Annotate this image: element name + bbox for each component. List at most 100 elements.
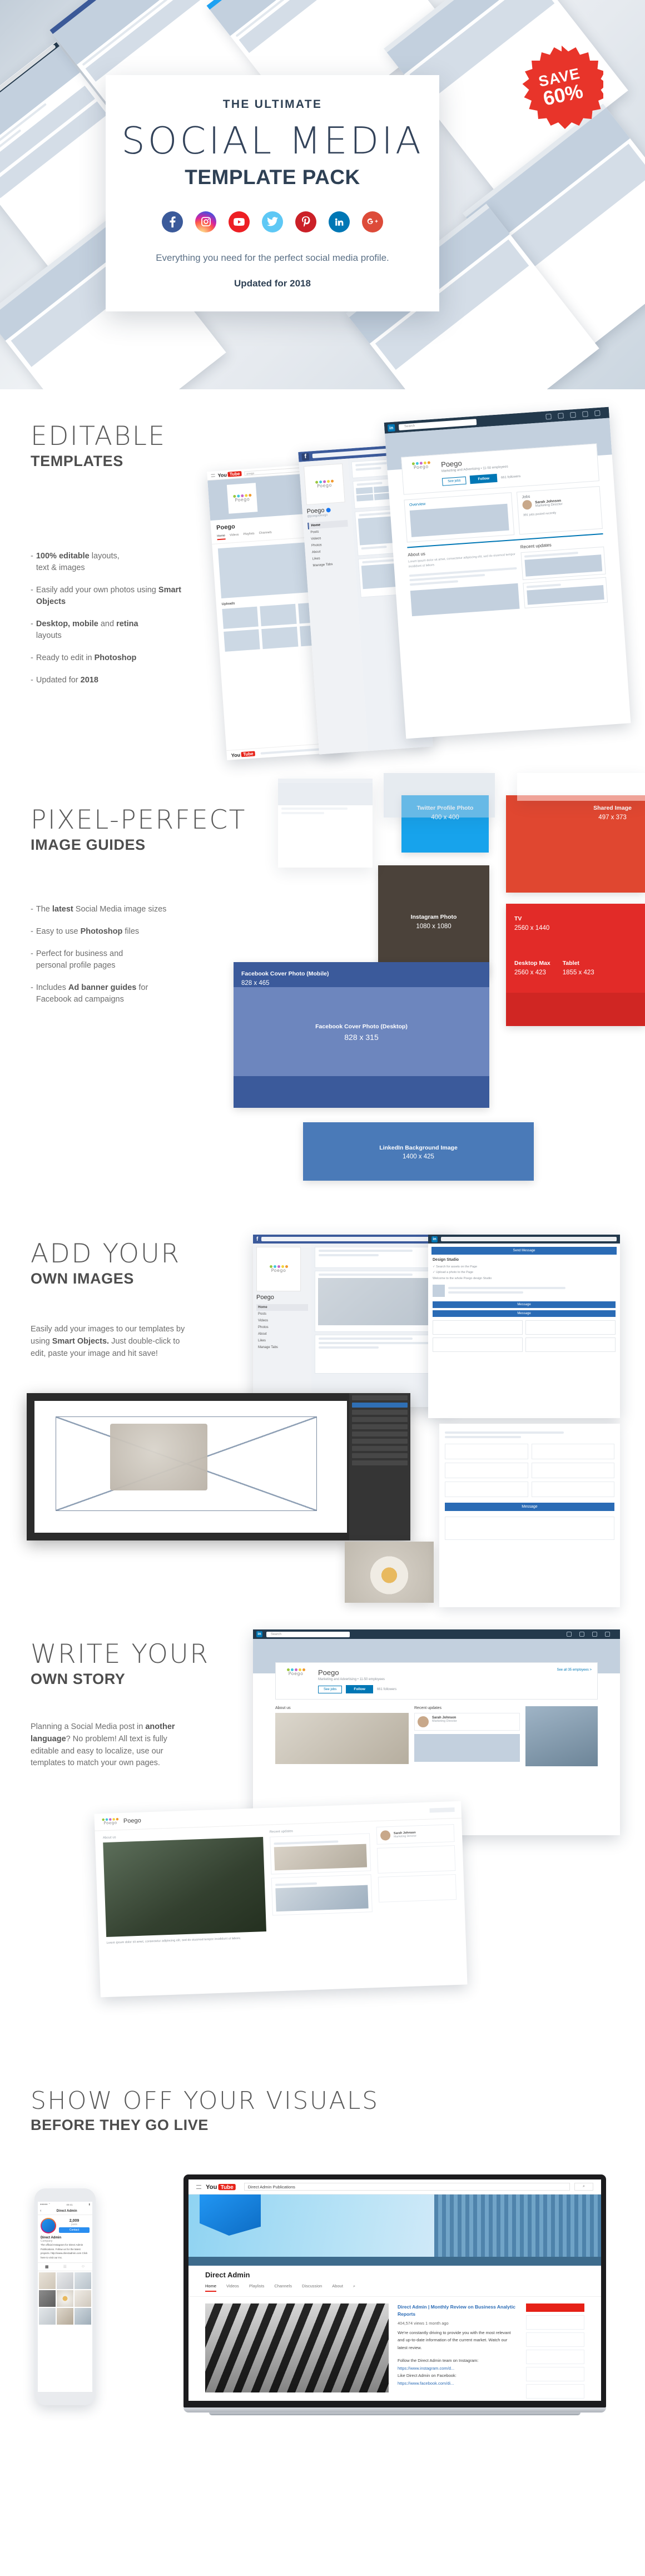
message-button[interactable]: Message [433,1301,616,1309]
grid-photo[interactable] [57,2290,73,2307]
googleplus-icon[interactable] [362,211,383,232]
add-images-heading: ADD YOUR OWN IMAGES [31,1240,181,1287]
see-jobs-button[interactable]: See jobs [441,476,467,486]
tab-home[interactable]: Home [217,534,226,541]
tab-videos[interactable]: Videos [226,2283,239,2292]
grid-photo[interactable] [39,2307,56,2325]
panel-row[interactable] [352,1395,408,1400]
grid-photo[interactable] [75,2272,91,2289]
panel-row[interactable] [352,1460,408,1465]
grid-photo[interactable] [75,2307,91,2325]
subscribe-button[interactable] [526,2303,584,2312]
messaging-icon[interactable] [582,411,588,417]
panel-row[interactable] [352,1453,408,1458]
nav-item-likes[interactable]: Likes [256,1337,308,1344]
related-video[interactable] [526,2367,584,2381]
grid-photo[interactable] [39,2272,56,2289]
message-button[interactable]: Message [445,1503,614,1511]
tab-discussion[interactable]: Discussion [302,2283,322,2292]
network-icon[interactable] [579,1632,584,1637]
laptop-search-input[interactable]: Direct Admin Publications [244,2183,570,2191]
twitter-icon[interactable] [262,211,283,232]
see-all-employees-link[interactable]: See all 35 employees > [557,1668,592,1672]
search-icon[interactable]: ⌕ [353,2283,355,2292]
pinterest-icon[interactable] [295,211,316,232]
editable-bullets: -100% editable layouts, text & images - Ea… [31,551,192,697]
instagram-icon[interactable] [195,211,216,232]
related-video[interactable] [526,2384,584,2399]
follow-button[interactable]: Follow [346,1685,373,1693]
home-icon[interactable] [545,413,552,420]
mockup-story-page: Poego Poego About us Lorem ipsum dolor s… [94,1801,468,1998]
hamburger-icon[interactable] [196,2184,201,2189]
tab-playlists[interactable]: Playlists [249,2283,265,2292]
photo-thumb[interactable] [356,494,374,502]
linkedin-search-input[interactable] [441,1237,617,1241]
grid-photo[interactable] [39,2290,56,2307]
guide-label: LinkedIn Background Image [379,1144,458,1151]
nav-item-videos[interactable]: Videos [256,1317,308,1324]
nav-item-about[interactable]: About [256,1331,308,1337]
nav-item-manage-tabs[interactable]: Manage Tabs [256,1344,308,1351]
panel-row[interactable] [352,1424,408,1429]
notifications-icon[interactable] [594,410,601,417]
see-jobs-button[interactable]: See jobs [318,1685,343,1693]
linkedin-icon[interactable] [329,211,350,232]
jobs-icon[interactable] [570,412,576,418]
nav-item-home[interactable]: Home [256,1304,308,1311]
messaging-icon[interactable] [605,1632,610,1637]
featured-video-thumbnail[interactable] [205,2303,389,2392]
nav-item-posts[interactable]: Posts [256,1311,308,1317]
related-video[interactable] [526,2332,584,2347]
send-message-button[interactable]: Send Message [431,1247,617,1255]
update-card [523,577,608,608]
linkedin-topbar: in [428,1235,620,1244]
message-button[interactable]: Message [433,1310,616,1317]
tab-about[interactable]: About [332,2283,343,2292]
jobs-icon[interactable] [592,1632,597,1637]
guide-instagram-photo: Instagram Photo 1080 x 1080 [378,865,489,977]
facebook-icon[interactable] [162,211,183,232]
grid-view-icon[interactable]: ▦ [45,2265,49,2269]
related-video[interactable] [526,2350,584,2364]
panel-row[interactable] [352,1446,408,1451]
list-view-icon[interactable]: ☰ [63,2265,67,2269]
video-thumb[interactable] [260,603,297,627]
tab-videos[interactable]: Videos [230,533,239,539]
youtube-icon[interactable] [229,211,250,232]
follow-button[interactable]: Follow [470,473,498,484]
tagged-icon[interactable]: ☺ [81,2265,85,2269]
search-icon[interactable]: ⌕ [574,2183,593,2191]
panel-row[interactable] [352,1431,408,1436]
video-title[interactable]: Direct Admin | Monthly Review on Busines… [398,2303,517,2318]
tab-home[interactable]: Home [205,2283,217,2292]
tab-channels[interactable]: Channels [259,531,272,537]
related-video[interactable] [526,2315,584,2330]
instagram-link[interactable]: https://www.instagram.com/d... [398,2365,517,2372]
tab-channels[interactable]: Channels [274,2283,292,2292]
panel-row[interactable] [352,1417,408,1422]
section-pixel-perfect: PIXEL-PERFECT IMAGE GUIDES - The latest S… [0,773,645,1223]
panel-row-selected[interactable] [352,1403,408,1408]
grid-photo[interactable] [57,2272,73,2289]
facebook-link[interactable]: https://www.facebook.com/di... [398,2380,517,2387]
facebook-nav: Home Posts Videos Photos About Likes Man… [307,519,351,569]
nav-item-photos[interactable]: Photos [256,1324,308,1331]
linkedin-search-input[interactable]: Search [266,1631,350,1637]
network-icon[interactable] [558,413,564,419]
home-icon[interactable] [567,1632,572,1637]
contact-button[interactable]: Contact [59,2227,90,2233]
video-thumb[interactable] [224,629,260,652]
grid-photo[interactable] [75,2290,91,2307]
photo-thumb[interactable] [356,487,374,494]
back-icon[interactable]: ‹ [40,2209,41,2213]
company-logo: Poego [281,1668,310,1693]
grid-photo[interactable] [57,2307,73,2325]
panel-row[interactable] [352,1410,408,1415]
facebook-search-input[interactable] [261,1237,450,1241]
hamburger-icon[interactable] [211,474,215,477]
panel-row[interactable] [352,1439,408,1444]
video-thumb[interactable] [222,606,259,629]
tab-playlists[interactable]: Playlists [243,532,255,538]
video-thumb[interactable] [261,626,299,650]
